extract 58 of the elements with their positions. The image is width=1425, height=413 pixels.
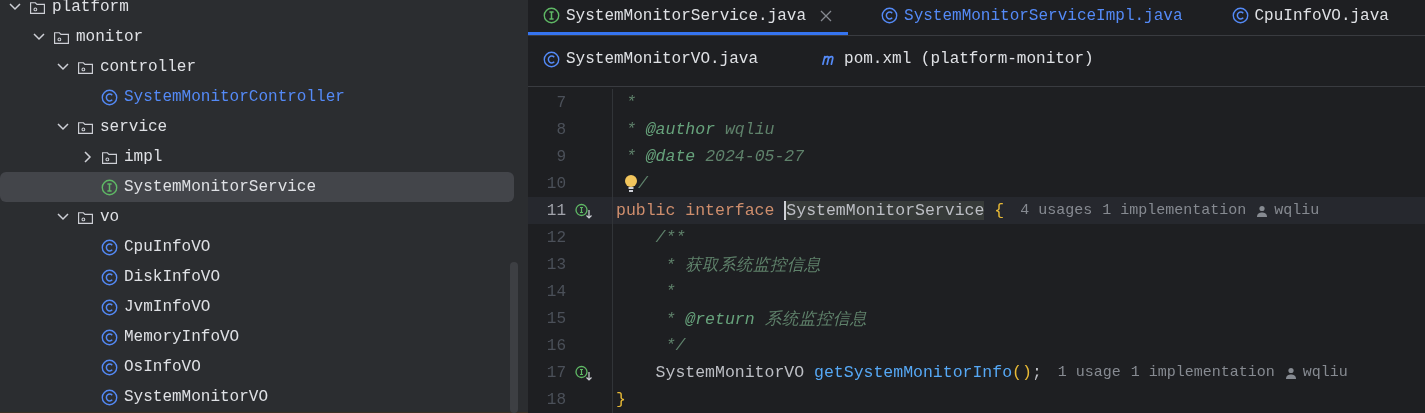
tree-item[interactable]: impl <box>0 142 514 172</box>
editor-tab[interactable]: SystemMonitorService.java <box>528 0 849 35</box>
editor-tab[interactable]: CpuInfoVO.java <box>1216 0 1405 35</box>
class-icon <box>101 238 118 256</box>
editor-tab[interactable]: SystemMonitorServiceImpl.java <box>866 0 1199 35</box>
class-icon <box>101 298 118 316</box>
code-line: * @return 系统监控信息 <box>664 308 867 330</box>
implemented-marker-icon[interactable] <box>575 364 593 381</box>
code-line: * @date 2024-05-27 <box>624 147 805 166</box>
code-line: / <box>638 174 648 193</box>
implemented-marker-icon[interactable] <box>575 202 593 219</box>
code-line: * <box>664 282 676 301</box>
class-icon <box>101 358 118 376</box>
class-icon <box>1231 7 1249 25</box>
code-line: SystemMonitorVO getSystemMonitorInfo(); <box>654 363 1042 382</box>
author-hint[interactable]: wqliu <box>1284 364 1348 381</box>
interface-icon <box>543 7 560 25</box>
tree-item[interactable]: SystemMonitorVO <box>0 382 514 412</box>
interface-icon <box>101 178 118 196</box>
code-line: */ <box>664 336 686 355</box>
tree-item[interactable]: OsInfoVO <box>0 352 514 382</box>
tree-item[interactable]: service <box>0 112 514 142</box>
tree-item[interactable]: SystemMonitorService <box>0 172 514 202</box>
close-icon[interactable] <box>820 9 833 22</box>
inlay-hint[interactable]: 1 usage <box>1057 364 1121 381</box>
lightbulb-icon[interactable] <box>624 173 638 194</box>
class-icon <box>101 388 118 406</box>
inlay-hint[interactable]: 1 implementation <box>1130 364 1275 381</box>
tree-item[interactable]: JvmInfoVO <box>0 292 514 322</box>
code-line: * @author wqliu <box>624 120 775 139</box>
tree-item[interactable]: monitor <box>0 22 514 52</box>
person-icon <box>1284 366 1297 379</box>
author-hint[interactable]: wqliu <box>1256 202 1320 219</box>
class-icon <box>101 328 118 346</box>
class-icon <box>101 268 118 286</box>
class-icon <box>881 7 899 25</box>
tree-item[interactable]: MemoryInfoVO <box>0 322 514 352</box>
tree-item[interactable]: controller <box>0 52 514 82</box>
editor-tab[interactable]: SystemMonitorVO.java <box>528 35 775 86</box>
person-icon <box>1256 204 1269 217</box>
code-line: } <box>616 390 626 409</box>
code-line: * 获取系统监控信息 <box>664 254 822 276</box>
tree-item[interactable]: CpuInfoVO <box>0 232 514 262</box>
tree-item[interactable]: vo <box>0 202 514 232</box>
inlay-hint[interactable]: 1 implementation <box>1102 202 1247 219</box>
line-number: 11 <box>545 201 566 220</box>
code-line: public interface SystemMonitorService { <box>616 201 1005 220</box>
editor-tab[interactable]: pom.xml (platform-monitor) <box>806 35 1110 86</box>
folder-icon <box>29 0 46 16</box>
class-icon <box>543 50 560 68</box>
code-line: /** <box>654 228 686 247</box>
tree-item[interactable]: platform <box>0 0 514 22</box>
tree-item[interactable]: DiskInfoVO <box>0 262 514 292</box>
code-line: * <box>624 93 636 112</box>
class-icon <box>101 88 118 106</box>
scrollbar[interactable] <box>510 262 518 413</box>
tree-item[interactable]: SystemMonitorController <box>0 82 514 112</box>
inlay-hint[interactable]: 4 usages <box>1020 202 1093 219</box>
